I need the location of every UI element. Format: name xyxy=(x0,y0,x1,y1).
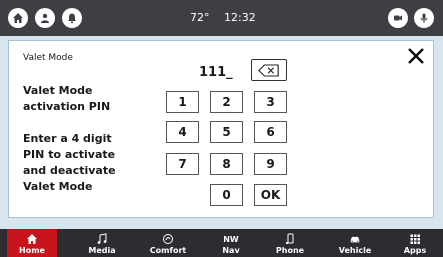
close-button[interactable] xyxy=(405,45,427,67)
home-status-button[interactable] xyxy=(8,8,28,28)
pin-display: 111_ xyxy=(199,65,233,80)
car-icon xyxy=(348,233,362,245)
nav-media[interactable]: Media xyxy=(77,229,127,257)
nav-label-nav: Nav xyxy=(222,246,240,255)
instructions-label: Enter a 4 digit PIN to activate and deac… xyxy=(23,132,116,193)
key-6[interactable]: 6 xyxy=(254,121,287,143)
nav-nav[interactable]: NW Nav xyxy=(206,229,256,257)
person-icon xyxy=(41,13,49,23)
nav-label-home: Home xyxy=(19,246,45,255)
nav-apps[interactable]: Apps xyxy=(393,229,437,257)
ok-button[interactable]: OK xyxy=(254,184,287,206)
profile-status-button[interactable] xyxy=(35,8,55,28)
nav-vehicle[interactable]: Vehicle xyxy=(330,229,380,257)
voice-status-button[interactable] xyxy=(414,8,434,28)
key-5[interactable]: 5 xyxy=(210,121,243,143)
dialog-title: Valet Mode xyxy=(23,53,73,63)
compass-icon: NW xyxy=(223,233,239,245)
microphone-icon xyxy=(420,13,428,23)
status-bar: 72° 12:32 xyxy=(0,0,443,36)
home-icon xyxy=(25,233,39,245)
key-8[interactable]: 8 xyxy=(210,153,243,175)
compass-heading: NW xyxy=(223,234,239,244)
close-icon xyxy=(408,48,424,64)
key-4[interactable]: 4 xyxy=(166,121,199,143)
key-2[interactable]: 2 xyxy=(210,91,243,113)
key-3[interactable]: 3 xyxy=(254,91,287,113)
key-1[interactable]: 1 xyxy=(166,91,199,113)
valet-mode-dialog: Valet Mode Valet Mode activation PIN Ent… xyxy=(8,40,434,218)
music-icon xyxy=(95,233,109,245)
backspace-icon xyxy=(258,63,279,77)
clock: 12:32 xyxy=(224,11,256,24)
temperature: 72° xyxy=(190,11,210,24)
nav-label-apps: Apps xyxy=(403,246,427,255)
notifications-status-button[interactable] xyxy=(62,8,82,28)
key-0[interactable]: 0 xyxy=(210,184,243,206)
phone-icon xyxy=(283,233,297,245)
nav-home[interactable]: Home xyxy=(7,229,57,257)
comfort-icon xyxy=(161,233,175,245)
camera-icon xyxy=(394,15,402,21)
home-icon xyxy=(13,13,23,23)
backspace-button[interactable] xyxy=(251,59,287,81)
activation-pin-label: Valet Mode activation PIN xyxy=(23,84,111,113)
key-9[interactable]: 9 xyxy=(254,153,287,175)
camera-status-button[interactable] xyxy=(388,8,408,28)
nav-label-phone: Phone xyxy=(275,246,305,255)
nav-label-comfort: Comfort xyxy=(149,246,187,255)
apps-icon xyxy=(408,233,422,245)
nav-phone[interactable]: Phone xyxy=(265,229,315,257)
key-7[interactable]: 7 xyxy=(166,153,199,175)
nav-comfort[interactable]: Comfort xyxy=(140,229,196,257)
bottom-nav: Home Media Comfort NW Nav Phone Vehicle … xyxy=(0,229,443,257)
bell-icon xyxy=(68,13,76,24)
nav-label-media: Media xyxy=(88,246,116,255)
nav-label-vehicle: Vehicle xyxy=(338,246,372,255)
screen: 72° 12:32 Valet Mode Valet Mode activati… xyxy=(0,0,443,257)
